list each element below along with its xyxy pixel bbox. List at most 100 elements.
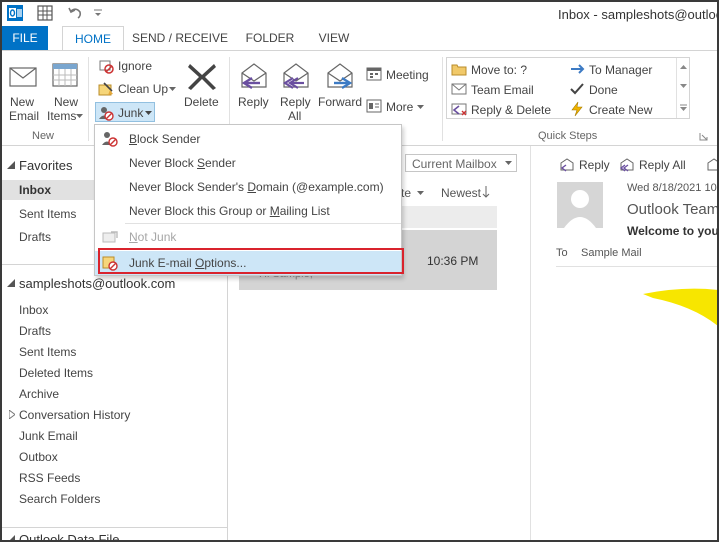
folder-junk-email[interactable]: Junk Email [19, 429, 78, 443]
sort-order[interactable]: Newest [441, 186, 481, 200]
junk-label: Junk [118, 106, 144, 120]
clean-up-icon [98, 82, 113, 96]
new-items-label-2: Items [47, 109, 77, 123]
meeting-label: Meeting [386, 68, 429, 82]
junk-icon [99, 107, 114, 121]
sender-avatar [557, 182, 603, 228]
tab-send-receive[interactable]: SEND / RECEIVE [128, 26, 232, 50]
search-scope-label: Current Mailbox [412, 157, 497, 171]
collapse-triangle-icon[interactable] [7, 535, 15, 540]
folder-deleted-items[interactable]: Deleted Items [19, 366, 93, 380]
chevron-down-icon [505, 161, 512, 165]
tab-home[interactable]: HOME [62, 26, 124, 50]
menu-block-sender[interactable]: Block Sender [95, 127, 401, 151]
new-items-label-1: New [54, 95, 79, 109]
new-email-button[interactable]: New Email [6, 61, 42, 125]
new-items-button[interactable]: New Items [46, 61, 84, 125]
reply-label: Reply [238, 95, 269, 109]
not-junk-icon [102, 231, 118, 243]
quick-step-done[interactable]: Done [567, 80, 675, 98]
group-new-label: New [32, 130, 55, 142]
junk-button[interactable]: Junk [95, 102, 155, 122]
collapse-triangle-icon[interactable] [7, 161, 15, 169]
person-placeholder-icon [564, 190, 596, 228]
send-receive-icon[interactable] [36, 4, 54, 22]
search-scope-dropdown[interactable]: Current Mailbox [405, 154, 517, 172]
folder-outbox[interactable]: Outbox [19, 450, 58, 464]
folder-drafts[interactable]: Drafts [19, 324, 51, 338]
folder-rss-feeds[interactable]: RSS Feeds [19, 471, 80, 485]
account-header[interactable]: sampleshots@outlook.com [19, 276, 175, 291]
reply-button[interactable]: Reply [234, 59, 274, 125]
quick-step-label: Move to: ? [471, 63, 528, 77]
collapse-triangle-icon[interactable] [7, 279, 15, 287]
favorite-sent-items[interactable]: Sent Items [19, 207, 76, 221]
data-file-header[interactable]: Outlook Data File [19, 532, 119, 540]
reply-all-icon [619, 158, 634, 172]
quick-step-create-new[interactable]: Create New [567, 100, 675, 118]
tab-view[interactable]: VIEW [310, 26, 358, 50]
chevron-down-icon [680, 84, 687, 88]
folder-search-folders[interactable]: Search Folders [19, 492, 100, 506]
undo-icon[interactable] [66, 4, 84, 22]
tab-folder[interactable]: FOLDER [240, 26, 300, 50]
window-title: Inbox - sampleshots@outlook.com [558, 7, 717, 22]
forward-icon[interactable] [707, 157, 717, 173]
menu-not-junk-label: Not Junk [129, 230, 177, 244]
reading-reply-all-button[interactable]: Reply All [619, 156, 699, 174]
favorite-drafts[interactable]: Drafts [19, 230, 51, 244]
forward-icon [327, 63, 353, 90]
header-divider [556, 266, 717, 267]
more-respond-button[interactable]: More [366, 97, 436, 115]
chevron-down-icon [169, 87, 176, 91]
more-label: More [386, 100, 414, 114]
folder-inbox[interactable]: Inbox [19, 303, 48, 317]
reading-reply-all-label: Reply All [639, 158, 686, 172]
ignore-button[interactable]: Ignore [96, 57, 166, 75]
sort-by-date[interactable]: te [401, 186, 411, 200]
message-subject: Welcome to your [627, 224, 717, 238]
forward-label: Forward [318, 95, 363, 109]
more-icon [366, 99, 382, 113]
menu-never-block-group[interactable]: Never Block this Group or Mailing List [95, 199, 401, 223]
reply-all-label-1: Reply [280, 95, 311, 109]
reply-all-icon [282, 63, 309, 89]
folder-icon [451, 64, 467, 76]
reading-reply-button[interactable]: Reply [559, 156, 615, 174]
quick-step-move-to[interactable]: Move to: ? [449, 60, 567, 78]
title-bar: Inbox - sampleshots@outlook.com [2, 2, 717, 26]
quick-step-label: To Manager [589, 63, 653, 77]
ignore-label: Ignore [118, 59, 153, 73]
menu-never-block-sender[interactable]: Never Block Sender [95, 151, 401, 175]
reply-delete-icon [451, 103, 467, 116]
highlight-callout-box [98, 248, 404, 274]
menu-not-junk: Not Junk [95, 225, 401, 249]
clean-up-label: Clean Up [118, 82, 169, 96]
delete-button[interactable]: Delete [182, 61, 222, 125]
clean-up-button[interactable]: Clean Up [96, 80, 180, 98]
folder-sent-items[interactable]: Sent Items [19, 345, 76, 359]
quick-step-label: Create New [589, 103, 653, 117]
outlook-app-icon[interactable] [6, 4, 24, 22]
quick-step-reply-delete[interactable]: Reply & Delete [449, 100, 567, 118]
quick-step-to-manager[interactable]: To Manager [567, 60, 675, 78]
quick-steps-scroll[interactable] [676, 58, 689, 118]
favorites-header[interactable]: Favorites [19, 158, 72, 173]
outlook-window: Inbox - sampleshots@outlook.com FILE HOM… [2, 2, 717, 540]
customize-qat-icon[interactable] [92, 4, 110, 22]
message-time: 10:36 PM [427, 254, 479, 268]
chevron-down-icon [76, 114, 83, 118]
menu-never-block-domain[interactable]: Never Block Sender's Domain (@example.co… [95, 175, 401, 199]
expand-triangle-icon[interactable] [9, 410, 15, 419]
quick-step-label: Team Email [471, 83, 534, 97]
envelope-icon [451, 83, 467, 95]
meeting-button[interactable]: Meeting [366, 65, 436, 83]
quick-step-team-email[interactable]: Team Email [449, 80, 567, 98]
forward-button[interactable]: Forward [316, 59, 364, 125]
group-quick-steps-label: Quick Steps [538, 130, 598, 142]
tab-file[interactable]: FILE [2, 26, 48, 50]
dialog-launcher-icon[interactable] [699, 132, 708, 141]
folder-conversation-history[interactable]: Conversation History [19, 408, 130, 422]
arrow-down-icon [482, 186, 490, 198]
folder-archive[interactable]: Archive [19, 387, 59, 401]
